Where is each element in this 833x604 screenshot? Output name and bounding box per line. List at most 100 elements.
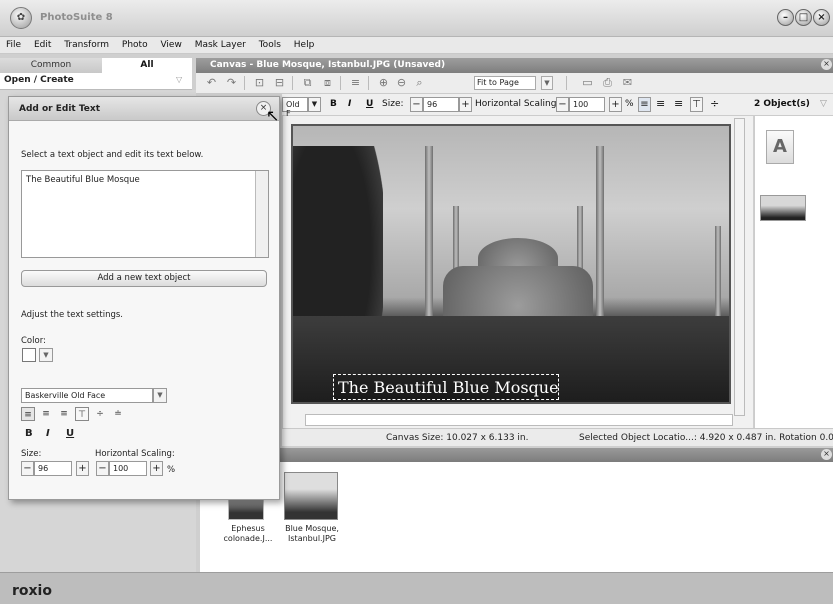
size-input[interactable]: 96 [423, 97, 459, 112]
align-right-icon[interactable]: ≡ [674, 97, 683, 110]
tab-all[interactable]: All [102, 58, 192, 73]
align-left-icon[interactable]: ≡ [21, 407, 35, 421]
hscale-input[interactable]: 100 [569, 97, 605, 112]
save-icon[interactable]: ▭ [580, 76, 595, 90]
align-icon[interactable]: ≡ [348, 76, 363, 90]
align-center-icon[interactable]: ≡ [39, 407, 53, 421]
menu-edit[interactable]: Edit [28, 37, 55, 50]
window-title: PhotoSuite 8 [40, 12, 113, 23]
toolbar-divider [566, 76, 567, 90]
canvas-horizontal-scrollbar[interactable] [305, 414, 733, 426]
hscale-minus-button[interactable]: − [556, 97, 569, 112]
status-bar: Canvas Size: 10.027 x 6.133 in. Selected… [282, 428, 833, 446]
redo-icon[interactable]: ↷ [224, 76, 239, 90]
maximize-icon[interactable]: □ [795, 9, 812, 26]
menu-tools[interactable]: Tools [253, 37, 285, 50]
adjust-label: Adjust the text settings. [21, 310, 123, 320]
mosque-body [443, 266, 593, 316]
tray-item-label: Ephesus colonade.J... [223, 524, 273, 543]
canvas-title: Canvas - Blue Mosque, Istanbul.JPG (Unsa… [196, 58, 833, 73]
toolbar-divider [340, 76, 341, 90]
bold-button[interactable]: B [330, 99, 337, 109]
text-area-scrollbar[interactable] [255, 171, 268, 257]
send-backward-icon[interactable]: ⧈ [320, 76, 335, 90]
zoom-100-icon[interactable]: ⊟ [272, 76, 287, 90]
menu-file[interactable]: File [0, 37, 25, 50]
toolbar-divider [368, 76, 369, 90]
color-swatch[interactable] [22, 348, 36, 362]
valign-top-icon[interactable]: ⊤ [75, 407, 89, 421]
email-icon[interactable]: ✉ [620, 76, 635, 90]
panel-title: Add or Edit Text [9, 97, 279, 121]
undo-icon[interactable]: ↶ [204, 76, 219, 90]
minimize-icon[interactable]: – [777, 9, 794, 26]
zoom-fit-icon[interactable]: ⊡ [252, 76, 267, 90]
size-minus-button[interactable]: − [410, 97, 423, 112]
valign-top-icon[interactable]: ⊤ [690, 97, 703, 112]
canvas-close-icon[interactable]: × [821, 59, 832, 70]
text-toolbar: Old F ▼ B I U Size: − 96 + Horizontal Sc… [282, 94, 833, 118]
minaret [425, 146, 433, 316]
underline-button[interactable]: U [366, 99, 373, 109]
print-icon[interactable]: ⎙ [600, 76, 615, 90]
app-icon[interactable]: ✿ [10, 7, 32, 29]
mouse-cursor-icon: ↖ [266, 106, 280, 125]
toolbar-divider [292, 76, 293, 90]
tray-close-icon[interactable]: × [821, 449, 832, 460]
zoom-select[interactable]: Fit to Page [474, 76, 536, 90]
size-plus-button[interactable]: + [76, 461, 89, 476]
chevron-down-icon[interactable]: ▽ [176, 75, 182, 84]
valign-middle-icon[interactable]: ÷ [93, 407, 107, 421]
zoom-in-icon[interactable]: ⊕ [376, 76, 391, 90]
hscale-minus-button[interactable]: − [96, 461, 109, 476]
magnifier-icon[interactable]: ⌕ [412, 76, 427, 90]
valign-bottom-icon[interactable]: ≐ [111, 407, 125, 421]
align-center-icon[interactable]: ≡ [656, 97, 665, 110]
menu-mask-layer[interactable]: Mask Layer [189, 37, 250, 50]
bold-button[interactable]: B [25, 428, 33, 439]
photo-canvas[interactable]: The Beautiful Blue Mosque [291, 124, 731, 404]
chevron-down-icon[interactable]: ▼ [308, 97, 321, 112]
add-text-object-button[interactable]: Add a new text object [21, 270, 267, 287]
zoom-out-icon[interactable]: ⊖ [394, 76, 409, 90]
hscale-input[interactable]: 100 [109, 461, 147, 476]
photo-object-thumbnail[interactable] [760, 195, 806, 221]
size-input[interactable]: 96 [34, 461, 72, 476]
tray-item-label: Blue Mosque, Istanbul.JPG [285, 524, 339, 543]
hscale-label: Horizontal Scaling: [475, 99, 560, 109]
underline-button[interactable]: U [66, 428, 74, 439]
valign-middle-icon[interactable]: ÷ [710, 97, 719, 110]
align-left-icon[interactable]: ≡ [638, 97, 651, 112]
chevron-down-icon[interactable]: ▼ [39, 348, 53, 362]
chevron-down-icon[interactable]: ▼ [153, 388, 167, 403]
size-minus-button[interactable]: − [21, 461, 34, 476]
menu-view[interactable]: View [154, 37, 185, 50]
toolbar-divider [244, 76, 245, 90]
selection-status: Selected Object Locatio...: 4.920 x 0.48… [579, 433, 833, 443]
hscale-plus-button[interactable]: + [609, 97, 622, 112]
footer-bar [0, 572, 833, 604]
hscale-plus-button[interactable]: + [150, 461, 163, 476]
font-select-short[interactable]: Old F [282, 97, 308, 118]
caption-text-object[interactable]: The Beautiful Blue Mosque [333, 374, 559, 400]
font-select[interactable]: Baskerville Old Face [21, 388, 153, 403]
tray-thumbnail-selected[interactable] [284, 472, 338, 520]
chevron-down-icon[interactable]: ▽ [820, 99, 827, 109]
italic-button[interactable]: I [46, 428, 50, 439]
tab-common[interactable]: Common [0, 58, 102, 73]
text-object-thumbnail[interactable]: A [766, 130, 794, 164]
close-icon[interactable]: × [813, 9, 830, 26]
bring-forward-icon[interactable]: ⧉ [300, 76, 315, 90]
text-edit-area[interactable]: The Beautiful Blue Mosque [21, 170, 269, 258]
panel-instruction: Select a text object and edit its text b… [21, 150, 204, 160]
menu-photo[interactable]: Photo [116, 37, 152, 50]
menu-help[interactable]: Help [288, 37, 319, 50]
italic-button[interactable]: I [348, 99, 351, 109]
chevron-down-icon[interactable]: ▼ [541, 76, 553, 90]
menu-transform[interactable]: Transform [58, 37, 113, 50]
size-plus-button[interactable]: + [459, 97, 472, 112]
photo-tray: Ephesus colonade.J... Blue Mosque, Istan… [200, 462, 833, 572]
open-create-dropdown[interactable]: Open / Create [0, 73, 192, 90]
align-right-icon[interactable]: ≡ [57, 407, 71, 421]
canvas-vertical-scrollbar[interactable] [734, 118, 745, 416]
